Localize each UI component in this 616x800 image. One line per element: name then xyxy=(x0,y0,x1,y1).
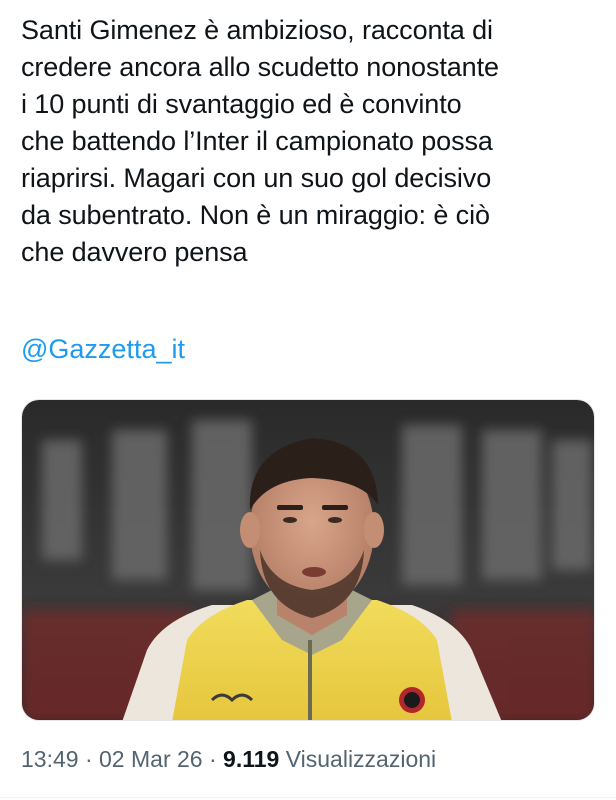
meta-separator: · xyxy=(84,746,93,772)
tweet-text: Santi Gimenez è ambizioso, racconta di c… xyxy=(21,15,499,267)
meta-separator: · xyxy=(208,746,217,772)
views-label: Visualizzazioni xyxy=(285,746,437,772)
tweet-media-photo[interactable] xyxy=(21,399,595,721)
tweet-date[interactable]: 02 Mar 26 xyxy=(99,746,203,772)
tweet-meta: 13:49 · 02 Mar 26 · 9.119 Visualizzazion… xyxy=(21,744,436,774)
tweet-time[interactable]: 13:49 xyxy=(21,746,79,772)
mention-link-gazzetta[interactable]: @Gazzetta_it xyxy=(21,331,185,368)
views-count: 9.119 xyxy=(223,746,280,772)
player-photo xyxy=(22,400,594,720)
divider xyxy=(0,797,616,798)
